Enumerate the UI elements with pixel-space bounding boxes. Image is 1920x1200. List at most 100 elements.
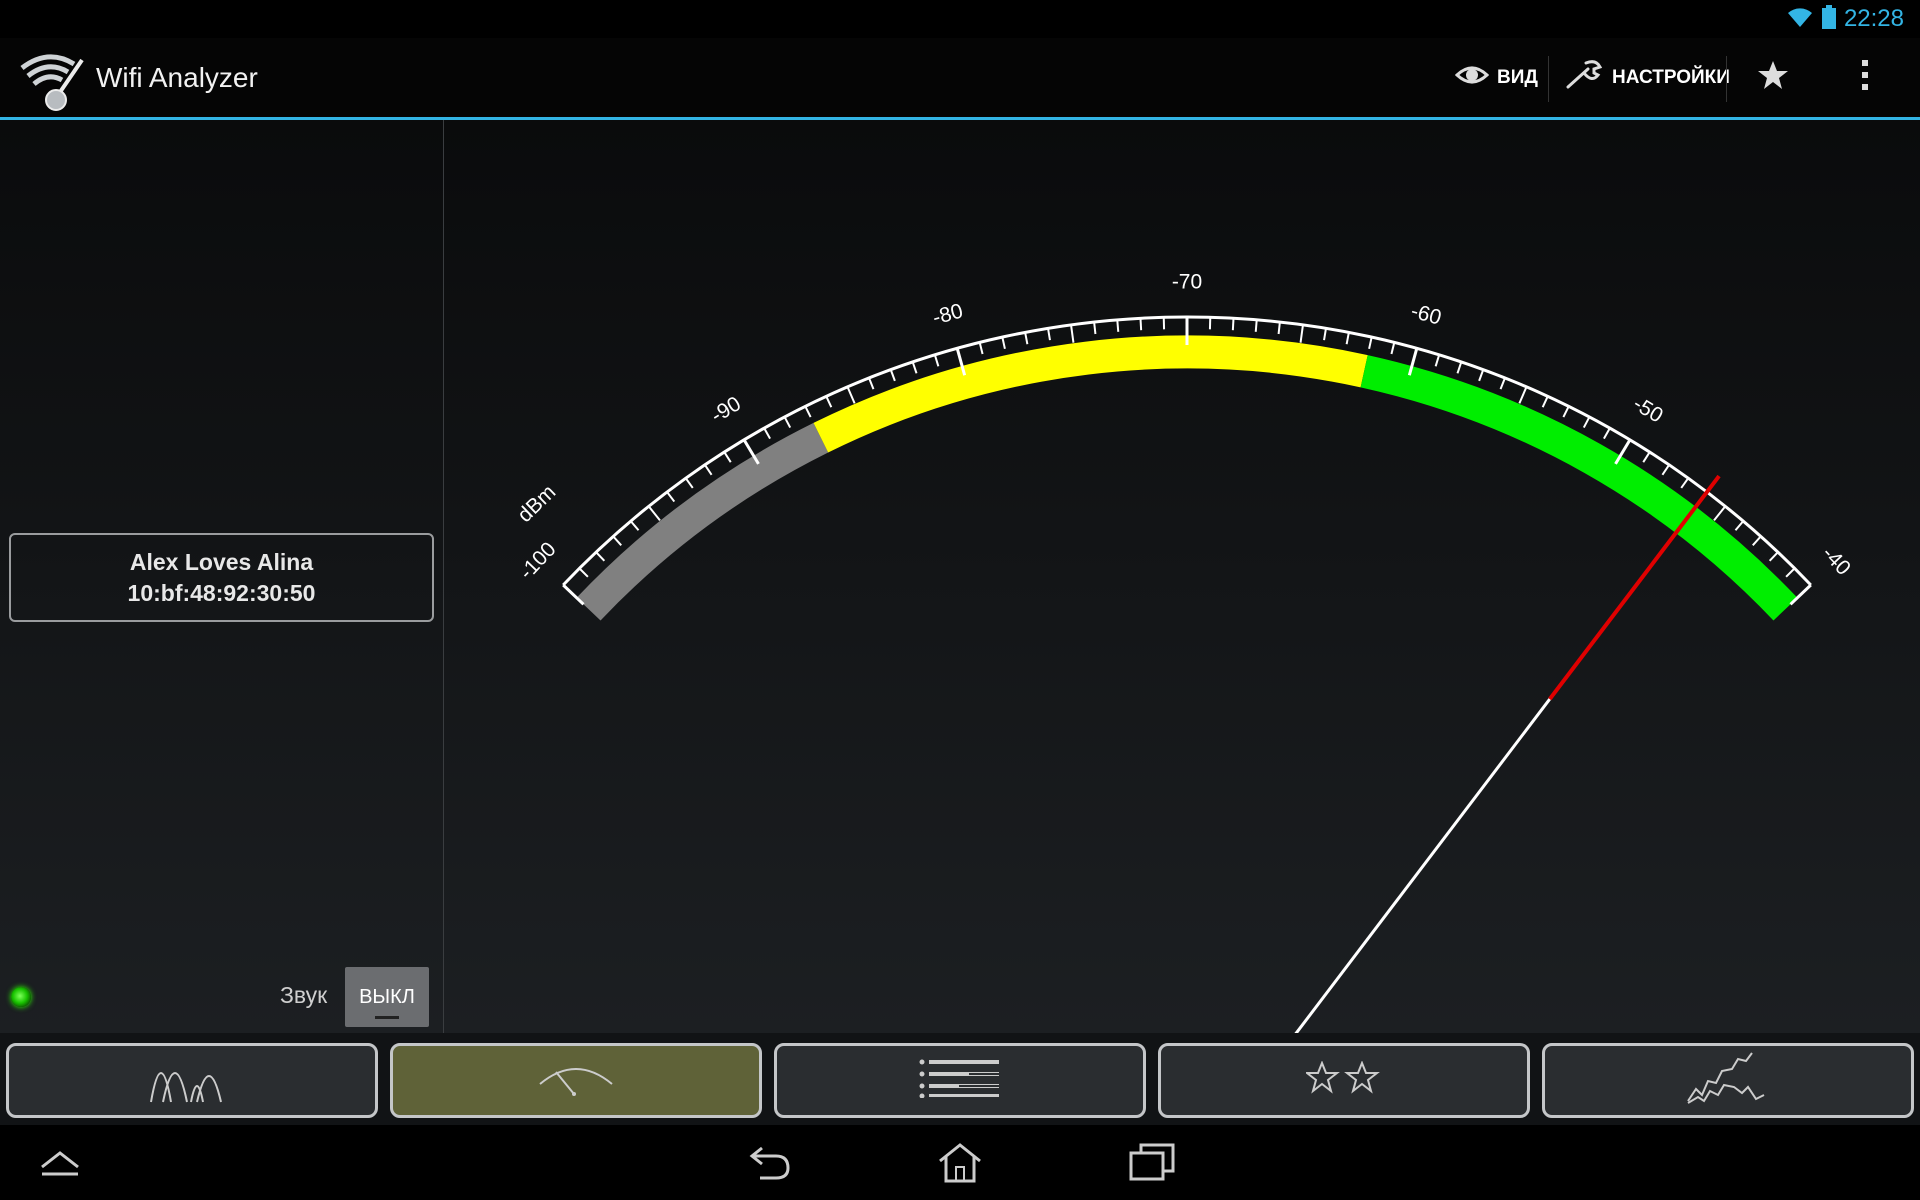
recent-apps-icon [1129,1143,1175,1186]
main-content: Alex Loves Alina 10:bf:48:92:30:50 Звук … [0,120,1920,1033]
meter-label: -60 [1408,299,1443,329]
meter-tick [1456,361,1463,374]
ap-ssid: Alex Loves Alina [129,548,314,575]
channel-rating-icon [1304,1060,1382,1100]
wifi-analyzer-logo-icon[interactable] [18,46,94,112]
meter-label: -40 [1817,542,1855,580]
meter-tick [846,386,856,404]
meter-label: -90 [707,392,745,427]
meter-tick [1478,369,1485,382]
wrench-icon [1564,59,1604,97]
view-button[interactable]: ВИД [1454,50,1538,106]
back-icon [748,1142,792,1187]
meter-tick [1368,336,1373,349]
tab-ap-list[interactable] [774,1043,1146,1118]
meter-tick [1541,395,1549,408]
app-title: Wifi Analyzer [96,62,258,93]
back-button[interactable] [742,1141,798,1187]
meter-tick [1680,477,1690,489]
battery-icon [1821,4,1836,34]
meter-tick [783,416,792,429]
meter-tick [911,361,918,374]
meter-tick [1752,535,1762,546]
status-bar: 22:28 [0,0,1920,38]
meter-needle-inner [1294,698,1551,1033]
meter-tick [704,464,713,476]
meter-unit-label: dBm [513,480,560,527]
meter-tick [978,342,984,355]
meter-tick [647,505,661,521]
meter-tick [1139,318,1143,331]
meter-tick [684,477,694,489]
meter-tick [723,451,732,463]
view-tab-strip [0,1033,1920,1125]
meter-tick [1390,342,1396,355]
meter-tick [1001,336,1006,349]
wifi-signal-icon [1786,5,1814,34]
meter-tick [1499,377,1506,390]
meter-needle-outer [1548,474,1721,701]
overflow-menu-icon [1860,58,1870,98]
meter-tick [1562,405,1570,418]
meter-tick [1785,567,1796,578]
collapse-button[interactable] [32,1141,88,1187]
time-graph-icon [1686,1051,1770,1110]
meter-tick [1323,328,1327,341]
meter-tick [1603,427,1611,440]
meter-tick [595,551,606,562]
meter-tick [933,354,940,367]
meter-tick [1345,332,1350,345]
status-led-icon [11,987,31,1007]
ap-bssid: 10:bf:48:92:30:50 [127,579,316,606]
meter-tick [1734,520,1745,531]
signal-meter-icon [536,1058,616,1103]
eye-icon [1454,63,1490,93]
meter-tick [1518,386,1528,404]
collapse-icon [38,1147,82,1182]
star-icon [1756,59,1790,97]
meter-tick [804,405,812,418]
meter-tick [763,427,771,440]
sound-label: Звук [280,982,328,1008]
meter-tick [1277,321,1281,335]
view-label: ВИД [1497,67,1538,88]
meter-tick [825,395,833,408]
tab-channel-rating[interactable] [1158,1043,1530,1118]
meter-tick [1661,464,1670,476]
tab-channel-graph[interactable] [6,1043,378,1118]
meter-tick [889,369,896,382]
action-divider [1726,56,1727,102]
status-right: 22:28 [1786,4,1904,34]
meter-tick [1093,321,1097,335]
access-point-selector[interactable]: Alex Loves Alina 10:bf:48:92:30:50 [9,533,434,622]
tab-signal-meter[interactable] [390,1043,762,1118]
overflow-menu-button[interactable] [1860,50,1870,106]
tab-time-graph[interactable] [1542,1043,1914,1118]
meter-tick [1299,324,1304,343]
meter-zone-2 [1360,355,1798,621]
home-icon [936,1141,984,1188]
meter-tick [868,377,875,390]
meter-label: -70 [1172,271,1202,294]
meter-label: -100 [515,538,561,584]
meter-tick [1116,319,1120,332]
sound-toggle[interactable]: ВЫКЛ [345,967,429,1027]
meter-tick [1434,354,1441,367]
favorite-button[interactable] [1756,50,1790,106]
status-time: 22:28 [1843,5,1904,32]
meter-label: -80 [930,299,965,329]
settings-button[interactable]: НАСТРОЙКИ [1564,50,1730,106]
meter-tick [666,491,676,503]
meter-tick [1642,451,1651,463]
meter-tick [1047,328,1051,341]
meter-tick [1713,505,1727,521]
meter-tick [578,567,589,578]
channel-graph-icon [147,1050,237,1111]
system-nav-bar [0,1125,1920,1200]
recent-apps-button[interactable] [1124,1141,1180,1187]
home-button[interactable] [932,1141,988,1187]
signal-meter: -100 -90 -80 -70 -60 -50 -40 dBm [513,271,1855,1033]
meter-tick [629,520,640,531]
meter-tick [1231,318,1235,331]
meter-tick [612,535,622,546]
